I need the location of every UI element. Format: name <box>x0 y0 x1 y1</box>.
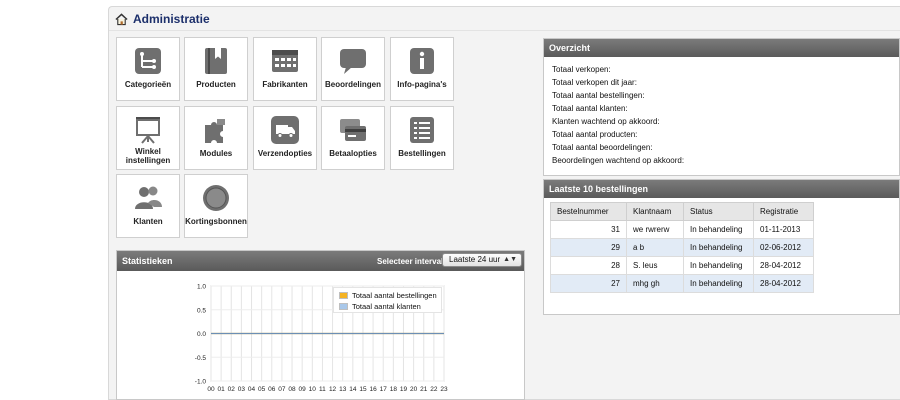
header-divider <box>109 30 900 31</box>
overview-line: Totaal aantal producten: <box>552 130 638 139</box>
tile-label: Klanten <box>133 217 163 226</box>
select-arrows-icon: ▲▼ <box>503 256 517 263</box>
tile-label: Winkel instellingen <box>125 147 171 165</box>
table-header-row: Bestelnummer Klantnaam Status Registrati… <box>550 202 814 221</box>
overview-line: Totaal verkopen: <box>552 65 611 74</box>
table-row[interactable]: 29 a b In behandeling 02-06-2012 <box>550 238 814 257</box>
tile-info-pages[interactable]: Info-pagina's <box>390 37 454 101</box>
table-row[interactable]: 31 we rwrerw In behandeling 01-11-2013 <box>550 220 814 239</box>
column-header[interactable]: Status <box>683 202 754 221</box>
overview-line: Totaal aantal beoordelingen: <box>552 143 653 152</box>
tile-payment[interactable]: Betaalopties <box>321 106 385 170</box>
customer-name: we rwrerw <box>626 220 684 239</box>
tile-label: Info-pagina's <box>397 80 447 89</box>
overview-line: Klanten wachtend op akkoord: <box>552 117 660 126</box>
tile-orders[interactable]: Bestellingen <box>390 106 454 170</box>
column-header[interactable]: Bestelnummer <box>550 202 627 221</box>
grid-calendar-icon <box>272 50 298 72</box>
legend-swatch <box>339 303 348 310</box>
legend-item: Totaal aantal bestellingen <box>339 291 437 300</box>
legend-item: Totaal aantal klanten <box>339 302 421 311</box>
category-tree-icon <box>135 48 161 74</box>
customer-name: mhg gh <box>626 274 684 293</box>
order-status: In behandeling <box>683 274 754 293</box>
tile-shipping[interactable]: Verzendopties <box>253 106 317 170</box>
legend-label: Totaal aantal bestellingen <box>352 291 437 300</box>
order-status: In behandeling <box>683 256 754 275</box>
tile-label: Producten <box>196 80 236 89</box>
table-row[interactable]: 28 S. leus In behandeling 28-04-2012 <box>550 256 814 275</box>
column-header[interactable]: Registratie <box>753 202 814 221</box>
customer-name: S. leus <box>626 256 684 275</box>
column-header[interactable]: Klantnaam <box>626 202 684 221</box>
tile-label: Bestellingen <box>398 149 446 158</box>
page-header: Administratie <box>115 8 210 30</box>
tile-products[interactable]: Producten <box>184 37 248 101</box>
orders-title: Laatste 10 bestellingen <box>544 180 899 198</box>
legend-label: Totaal aantal klanten <box>352 302 421 311</box>
tile-label: Categorieën <box>124 80 172 89</box>
list-icon <box>410 117 434 143</box>
house-icon <box>115 12 128 25</box>
tile-customers[interactable]: Klanten <box>116 174 180 238</box>
order-number: 27 <box>550 274 627 293</box>
overview-line: Totaal aantal bestellingen: <box>552 91 645 100</box>
customer-name: a b <box>626 238 684 257</box>
latest-orders-panel: Laatste 10 bestellingen Bestelnummer Kla… <box>543 179 900 315</box>
orders-table: Bestelnummer Klantnaam Status Registrati… <box>550 202 814 293</box>
tile-coupons[interactable]: Kortingsbonnen <box>184 174 248 238</box>
interval-label: Selecteer interval: <box>377 257 446 266</box>
table-row[interactable]: 27 mhg gh In behandeling 28-04-2012 <box>550 274 814 293</box>
order-date: 28-04-2012 <box>753 256 814 275</box>
tile-label: Beoordelingen <box>324 80 381 89</box>
overview-line: Totaal aantal klanten: <box>552 104 628 113</box>
tile-manufacturers[interactable]: Fabrikanten <box>253 37 317 101</box>
tile-categories[interactable]: Categorieën <box>116 37 180 101</box>
info-icon <box>410 48 434 74</box>
chart-legend: Totaal aantal bestellingen Totaal aantal… <box>333 287 442 313</box>
book-icon <box>205 48 227 74</box>
tile-label: Kortingsbonnen <box>185 217 247 226</box>
truck-icon <box>271 116 299 144</box>
statistics-panel: Statistieken <box>116 250 525 400</box>
order-number: 29 <box>550 238 627 257</box>
speech-bubble-icon <box>340 49 366 74</box>
interval-value: Laatste 24 uur <box>449 255 501 264</box>
credit-card-icon <box>340 119 366 141</box>
overview-line: Totaal verkopen dit jaar: <box>552 78 637 87</box>
coin-icon <box>203 185 229 211</box>
page-title: Administratie <box>133 12 210 26</box>
order-date: 01-11-2013 <box>753 220 814 239</box>
order-status: In behandeling <box>683 220 754 239</box>
tile-modules[interactable]: Modules <box>184 106 248 170</box>
tile-label: Betaalopties <box>329 149 377 158</box>
order-status: In behandeling <box>683 238 754 257</box>
order-date: 02-06-2012 <box>753 238 814 257</box>
tile-label: Modules <box>199 149 233 158</box>
tile-reviews[interactable]: Beoordelingen <box>321 37 385 101</box>
overview-panel: Overzicht Totaal verkopen: Totaal verkop… <box>543 38 900 176</box>
tile-shop-settings[interactable]: Winkel instellingen <box>116 106 180 170</box>
overview-title: Overzicht <box>544 39 899 57</box>
puzzle-icon <box>205 119 225 143</box>
order-number: 28 <box>550 256 627 275</box>
interval-select[interactable]: Laatste 24 uur ▲▼ <box>442 253 522 267</box>
order-number: 31 <box>550 220 627 239</box>
order-date: 28-04-2012 <box>753 274 814 293</box>
legend-swatch <box>339 292 348 299</box>
tile-label: Fabrikanten <box>262 80 308 89</box>
overview-line: Beoordelingen wachtend op akkoord: <box>552 156 685 165</box>
users-icon <box>135 186 162 209</box>
tile-label: Verzendopties <box>257 149 313 158</box>
presentation-board-icon <box>136 117 160 144</box>
